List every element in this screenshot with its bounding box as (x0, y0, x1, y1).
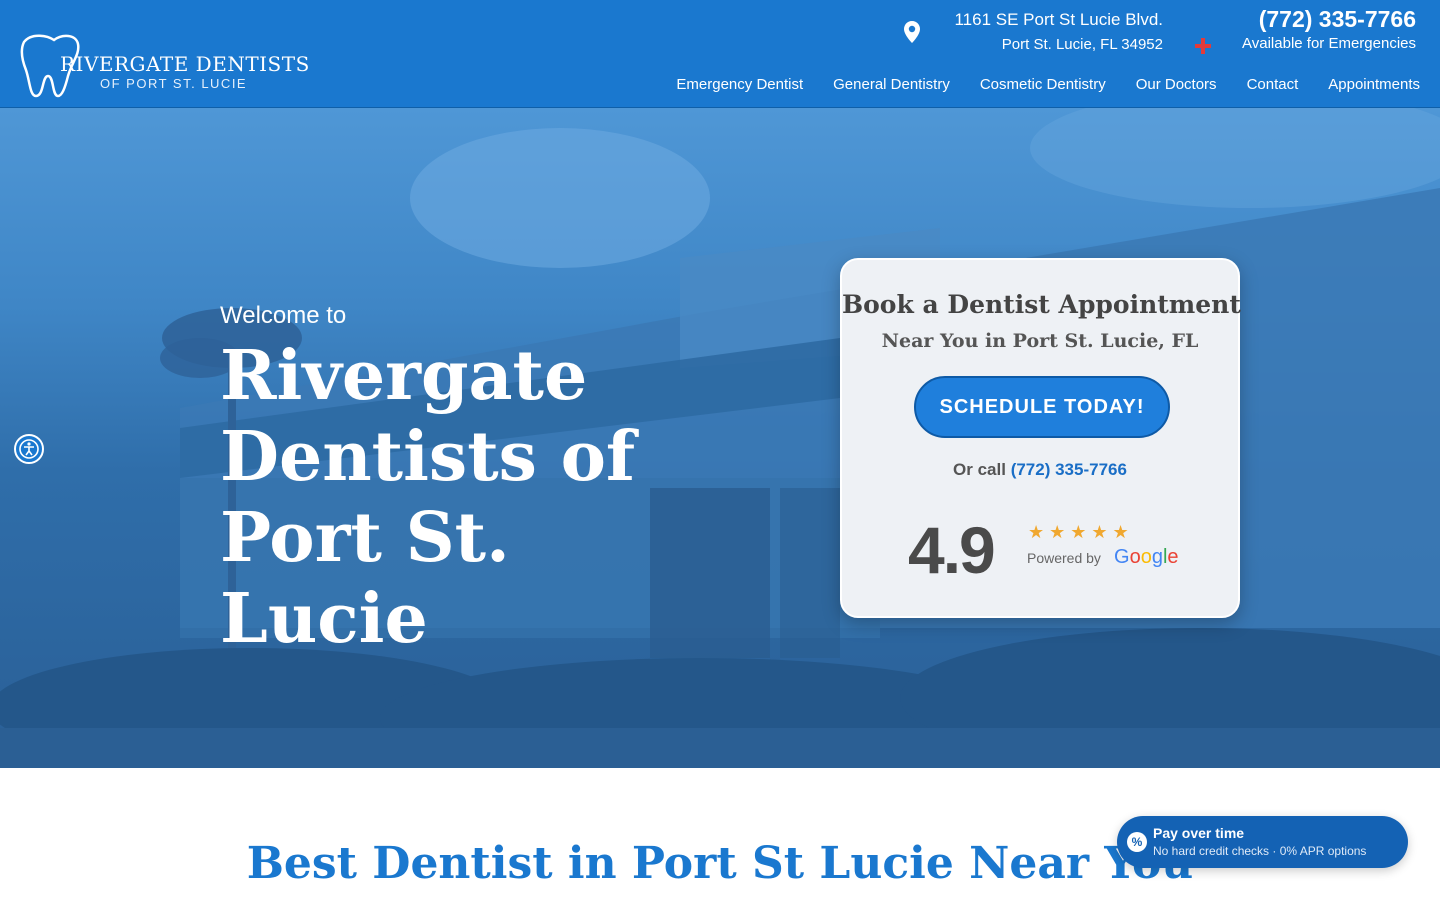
pay-widget-subtitle: No hard credit checks · 0% APR options (1153, 844, 1367, 858)
hero-welcome: Welcome to (220, 302, 347, 329)
call-prefix: Or call (953, 460, 1006, 479)
booking-subtitle: Near You in Port St. Lucie, FL (881, 330, 1199, 352)
brand-subtitle: OF PORT ST. LUCIE (100, 76, 248, 91)
pay-over-time-widget[interactable]: % Pay over time No hard credit checks · … (1117, 816, 1408, 868)
call-phone-link[interactable]: (772) 335-7766 (1011, 460, 1127, 479)
google-letter-o2: o (1140, 546, 1152, 568)
hero-title-line3: Port St. Lucie (220, 498, 510, 659)
header-phone-link[interactable]: (772) 335-7766 (1259, 6, 1416, 33)
accessibility-button[interactable] (14, 434, 44, 464)
hero-title-line1: Rivergate (220, 336, 588, 416)
nav-appointments[interactable]: Appointments (1328, 76, 1420, 93)
google-logo[interactable]: Google (1114, 546, 1179, 569)
rating-score: 4.9 (908, 513, 996, 587)
nav-general-dentistry[interactable]: General Dentistry (833, 76, 950, 93)
main-nav: Emergency Dentist General Dentistry Cosm… (676, 76, 1420, 93)
pay-widget-title: Pay over time (1153, 825, 1245, 841)
google-letter-e: e (1167, 546, 1179, 568)
rating-stars: ★★★★★ (1028, 522, 1134, 542)
powered-by-label: Powered by (1027, 550, 1101, 566)
booking-title: Book a Dentist Appointment (842, 290, 1241, 319)
address-line1: 1161 SE Port St Lucie Blvd. (954, 10, 1163, 29)
nav-emergency-dentist[interactable]: Emergency Dentist (676, 76, 803, 93)
emergency-label: Available for Emergencies (1242, 35, 1416, 52)
map-pin-icon (904, 21, 920, 43)
nav-contact[interactable]: Contact (1247, 76, 1299, 93)
percent-icon: % (1127, 832, 1147, 852)
hero-title-line2: Dentists of (220, 417, 636, 497)
address-line2: Port St. Lucie, FL 34952 (1001, 36, 1163, 53)
address-block[interactable]: 1161 SE Port St Lucie Blvd. Port St. Luc… (900, 8, 1165, 58)
nav-cosmetic-dentistry[interactable]: Cosmetic Dentistry (980, 76, 1106, 93)
medical-cross-icon (1195, 38, 1211, 54)
hero-title: Rivergate Dentists of Port St. Lucie (220, 336, 740, 660)
brand-name: RIVERGATE DENTISTS (60, 52, 310, 76)
google-letter-g2: g (1151, 546, 1163, 568)
schedule-today-button[interactable]: SCHEDULE TODAY! (914, 376, 1170, 438)
call-line: Or call (772) 335-7766 (842, 460, 1238, 480)
phone-block: (772) 335-7766 Available for Emergencies (1190, 4, 1418, 58)
nav-our-doctors[interactable]: Our Doctors (1136, 76, 1217, 93)
google-letter-g: G (1114, 546, 1130, 568)
google-letter-o1: o (1129, 546, 1141, 568)
accessibility-icon (19, 439, 39, 459)
booking-card: Book a Dentist Appointment Near You in P… (840, 258, 1241, 618)
site-header: RIVERGATE DENTISTS OF PORT ST. LUCIE 116… (0, 0, 1440, 108)
site-logo[interactable]: RIVERGATE DENTISTS OF PORT ST. LUCIE (18, 30, 318, 100)
